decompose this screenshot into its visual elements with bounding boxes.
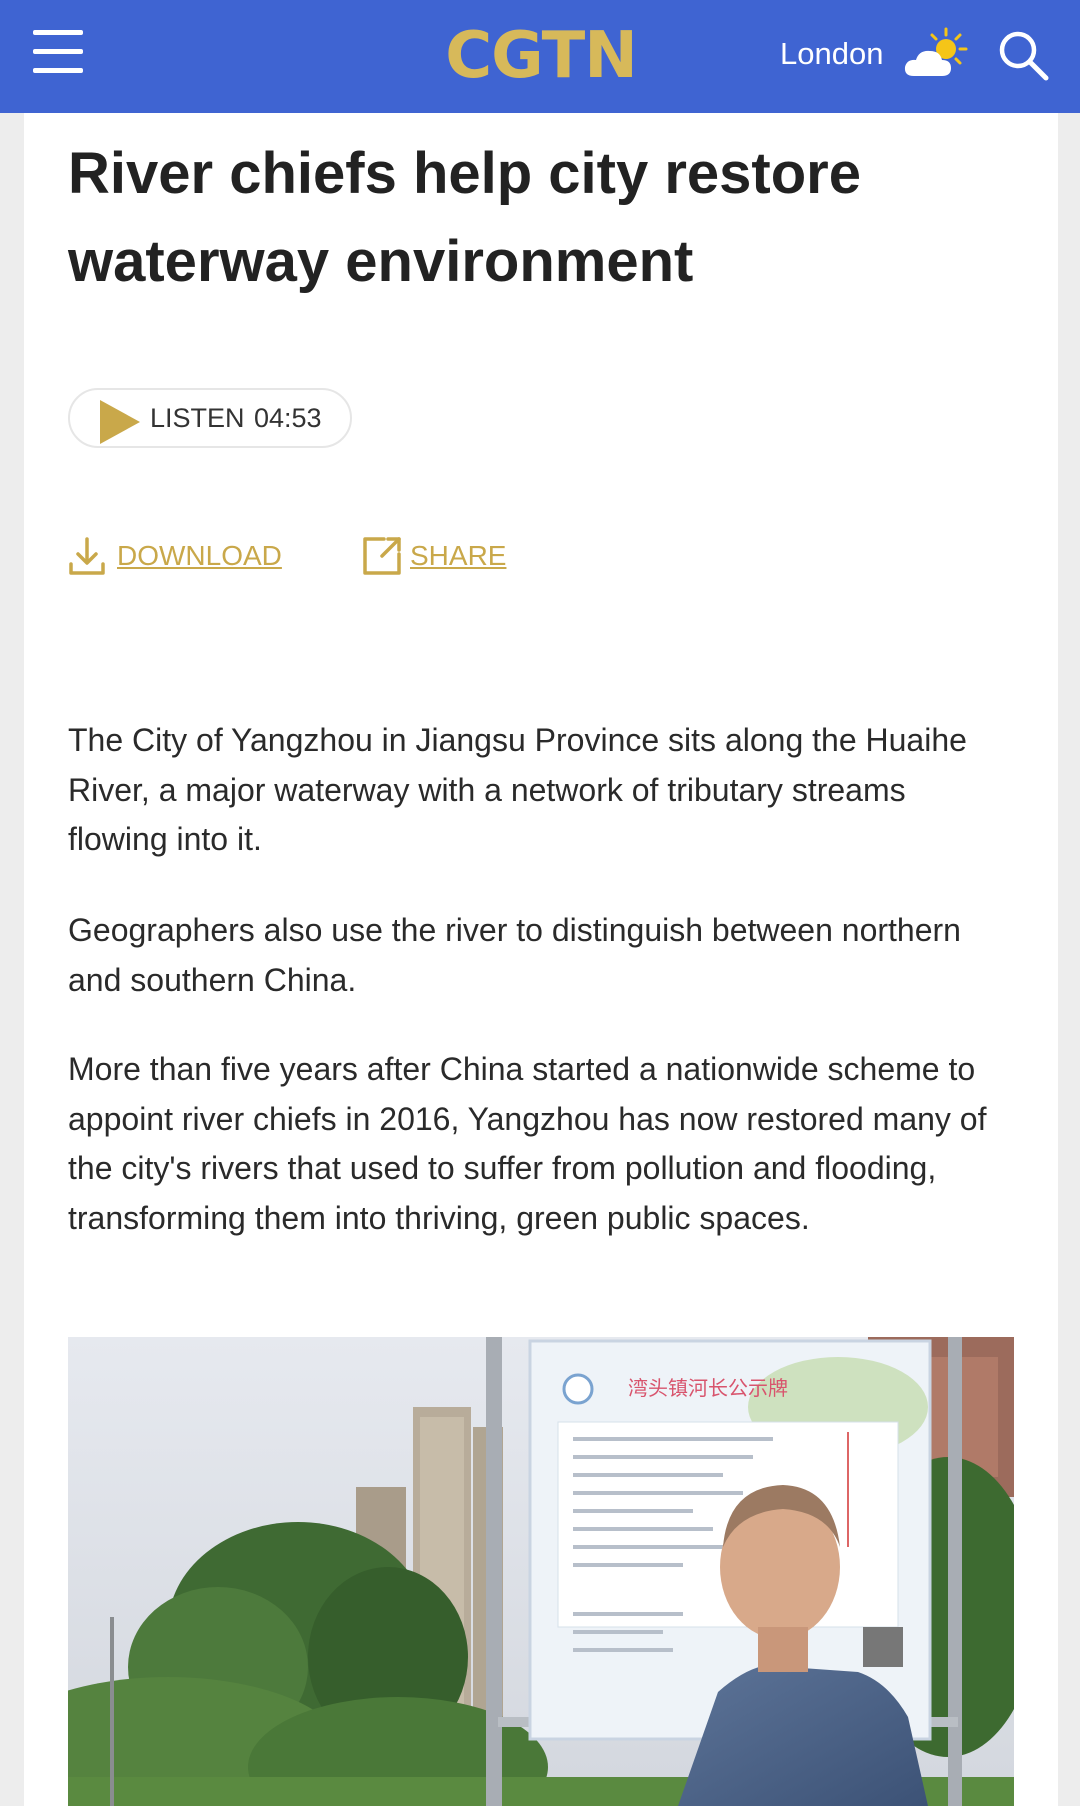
listen-duration: 04:53	[254, 403, 322, 433]
listen-label: LISTEN	[150, 403, 245, 433]
sign-title: 湾头镇河长公示牌	[628, 1376, 788, 1400]
article-paragraph-2: Geographers also use the river to distin…	[68, 912, 961, 998]
photo-river-chief-sign: 湾头镇河长公示牌	[68, 1337, 1014, 1806]
listen-button[interactable]: LISTEN 04:53	[68, 388, 352, 448]
weather-city-label: London	[780, 36, 884, 71]
partly-cloudy-icon	[904, 27, 968, 76]
search-icon[interactable]	[996, 28, 1050, 82]
play-icon	[100, 400, 140, 444]
download-icon[interactable]	[68, 536, 106, 576]
share-icon[interactable]	[362, 536, 402, 576]
cgtn-logo[interactable]: CGTN	[431, 14, 651, 98]
article-title: River chiefs help city restore waterway …	[68, 141, 861, 294]
article-paragraph-1: The City of Yangzhou in Jiangsu Province…	[68, 722, 967, 857]
top-navigation-bar: CGTN London	[0, 0, 1080, 113]
hamburger-menu-icon[interactable]	[33, 28, 83, 76]
share-link[interactable]: SHARE	[410, 534, 506, 578]
download-link[interactable]: DOWNLOAD	[117, 534, 282, 578]
article-photo[interactable]: 湾头镇河长公示牌	[68, 1337, 1014, 1806]
article-paragraph-3: More than five years after China started…	[68, 1051, 987, 1236]
